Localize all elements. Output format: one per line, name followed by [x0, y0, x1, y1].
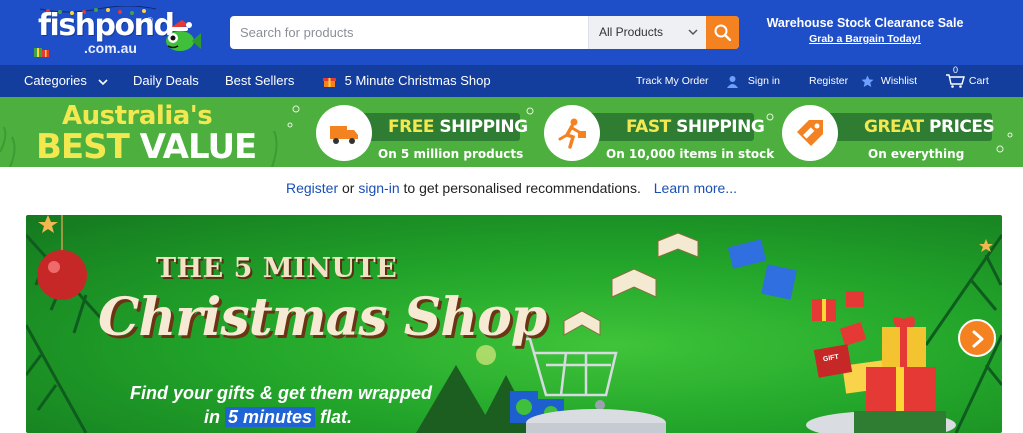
feature-title-rest: PRICES	[929, 117, 995, 137]
hero-subtitle-highlight: 5 minutes	[225, 407, 316, 427]
nav-register[interactable]: Register	[809, 65, 848, 97]
value-banner: Australia's BEST VALUE FREE SHIPPING On …	[0, 97, 1023, 167]
feature-title: FAST SHIPPING	[626, 117, 765, 137]
clearance-promo: Warehouse Stock Clearance Sale Grab a Ba…	[765, 16, 965, 45]
reco-text: to get personalised recommendations.	[399, 180, 641, 196]
fishpond-logo[interactable]: fishpond ® .com.au	[34, 6, 204, 62]
feature-fast-shipping: FAST SHIPPING On 10,000 items in stock	[544, 105, 774, 161]
chevron-down-icon	[97, 78, 108, 85]
hero-kicker: THE 5 MINUTE	[156, 253, 398, 284]
logo-registered-mark: ®	[147, 16, 153, 25]
hero-subtitle-pre: in	[204, 407, 225, 427]
nav-daily-deals[interactable]: Daily Deals	[133, 65, 199, 97]
reco-or: or	[338, 180, 359, 196]
feature-free-shipping: FREE SHIPPING On 5 million products	[316, 105, 528, 161]
chevron-right-icon	[972, 330, 984, 348]
hero-banner[interactable]: THE 5 MINUTE Christmas Shop Find your gi…	[26, 215, 1002, 433]
sale-tag-icon	[797, 120, 823, 146]
gift-icon	[323, 78, 336, 88]
hero-next-button[interactable]	[958, 319, 996, 357]
user-icon	[727, 75, 738, 88]
search-button[interactable]	[706, 16, 739, 49]
nav-cart-label: Cart	[968, 75, 989, 87]
value-headline-value: VALUE	[139, 127, 258, 167]
feature-title-highlight: GREAT	[864, 117, 924, 137]
nav-cart[interactable]: 0 Cart	[946, 65, 989, 97]
search-category-label: All Products	[599, 25, 664, 39]
feature-icon-circle	[316, 105, 372, 161]
feature-icon-circle	[544, 105, 600, 161]
gift-box	[727, 239, 767, 269]
value-headline-bottom: BEST VALUE	[36, 127, 258, 167]
hero-subtitle-line1: Find your gifts & get them wrapped	[130, 383, 433, 403]
learn-more-link[interactable]: Learn more...	[654, 180, 737, 196]
search-input[interactable]	[230, 16, 588, 49]
feature-subtitle: On everything	[868, 147, 965, 161]
logo-wordmark: fishpond	[38, 8, 175, 43]
nav-categories[interactable]: Categories	[24, 65, 109, 97]
feature-icon-circle	[782, 105, 838, 161]
cart-icon	[946, 74, 965, 89]
nav-best-sellers[interactable]: Best Sellers	[225, 65, 294, 97]
hero-subtitle-post: flat.	[315, 407, 353, 427]
nav-sign-in[interactable]: Sign in	[726, 65, 780, 97]
feature-title-highlight: FAST	[626, 117, 671, 137]
cart-count-badge: 0	[953, 65, 959, 76]
search-bar: All Products	[230, 16, 739, 49]
feature-title-rest: SHIPPING	[439, 117, 528, 137]
chevron-down-icon	[688, 29, 698, 36]
gift-box	[761, 264, 797, 300]
nav-wishlist[interactable]: Wishlist	[861, 65, 917, 97]
search-category-select[interactable]: All Products	[588, 16, 706, 49]
logo-domain: .com.au	[84, 40, 137, 56]
recommendation-prompt: Register or sign-in to get personalised …	[0, 180, 1023, 196]
nav-christmas-shop[interactable]: 5 Minute Christmas Shop	[323, 65, 491, 97]
feature-subtitle: On 10,000 items in stock	[606, 147, 775, 161]
red-ornament	[37, 250, 87, 300]
fish-mascot-icon	[166, 20, 201, 51]
promo-title: Warehouse Stock Clearance Sale	[766, 16, 964, 30]
nav-christmas-shop-label: 5 Minute Christmas Shop	[344, 73, 491, 88]
feature-great-prices: GREAT PRICES On everything	[782, 105, 1012, 161]
cart-icon-wrap: 0	[946, 65, 966, 89]
register-link[interactable]: Register	[286, 180, 338, 196]
nav-categories-label: Categories	[24, 73, 87, 88]
feature-subtitle: On 5 million products	[378, 147, 524, 161]
feature-title-rest: SHIPPING	[676, 117, 765, 137]
hero-title: Christmas Shop	[98, 287, 547, 348]
feature-title: GREAT PRICES	[864, 117, 995, 137]
feature-title: FREE SHIPPING	[388, 117, 528, 137]
site-header: fishpond ® .com.au All Products	[0, 0, 1023, 65]
value-headline-best: BEST	[36, 127, 130, 167]
runner-icon	[558, 118, 586, 149]
gift-boxes-icon	[34, 48, 49, 57]
promo-link[interactable]: Grab a Bargain Today!	[765, 33, 965, 45]
star-icon	[861, 75, 874, 87]
truck-icon	[330, 126, 358, 144]
search-icon	[714, 24, 731, 41]
feature-title-highlight: FREE	[388, 117, 434, 137]
nav-sign-in-label: Sign in	[747, 75, 781, 87]
sign-in-link[interactable]: sign-in	[358, 180, 399, 196]
nav-track-order[interactable]: Track My Order	[636, 65, 709, 97]
nav-wishlist-label: Wishlist	[880, 75, 918, 87]
hero-subtitle-line2: in 5 minutes flat.	[204, 407, 352, 428]
main-nav: Categories Daily Deals Best Sellers 5 Mi…	[0, 65, 1023, 97]
